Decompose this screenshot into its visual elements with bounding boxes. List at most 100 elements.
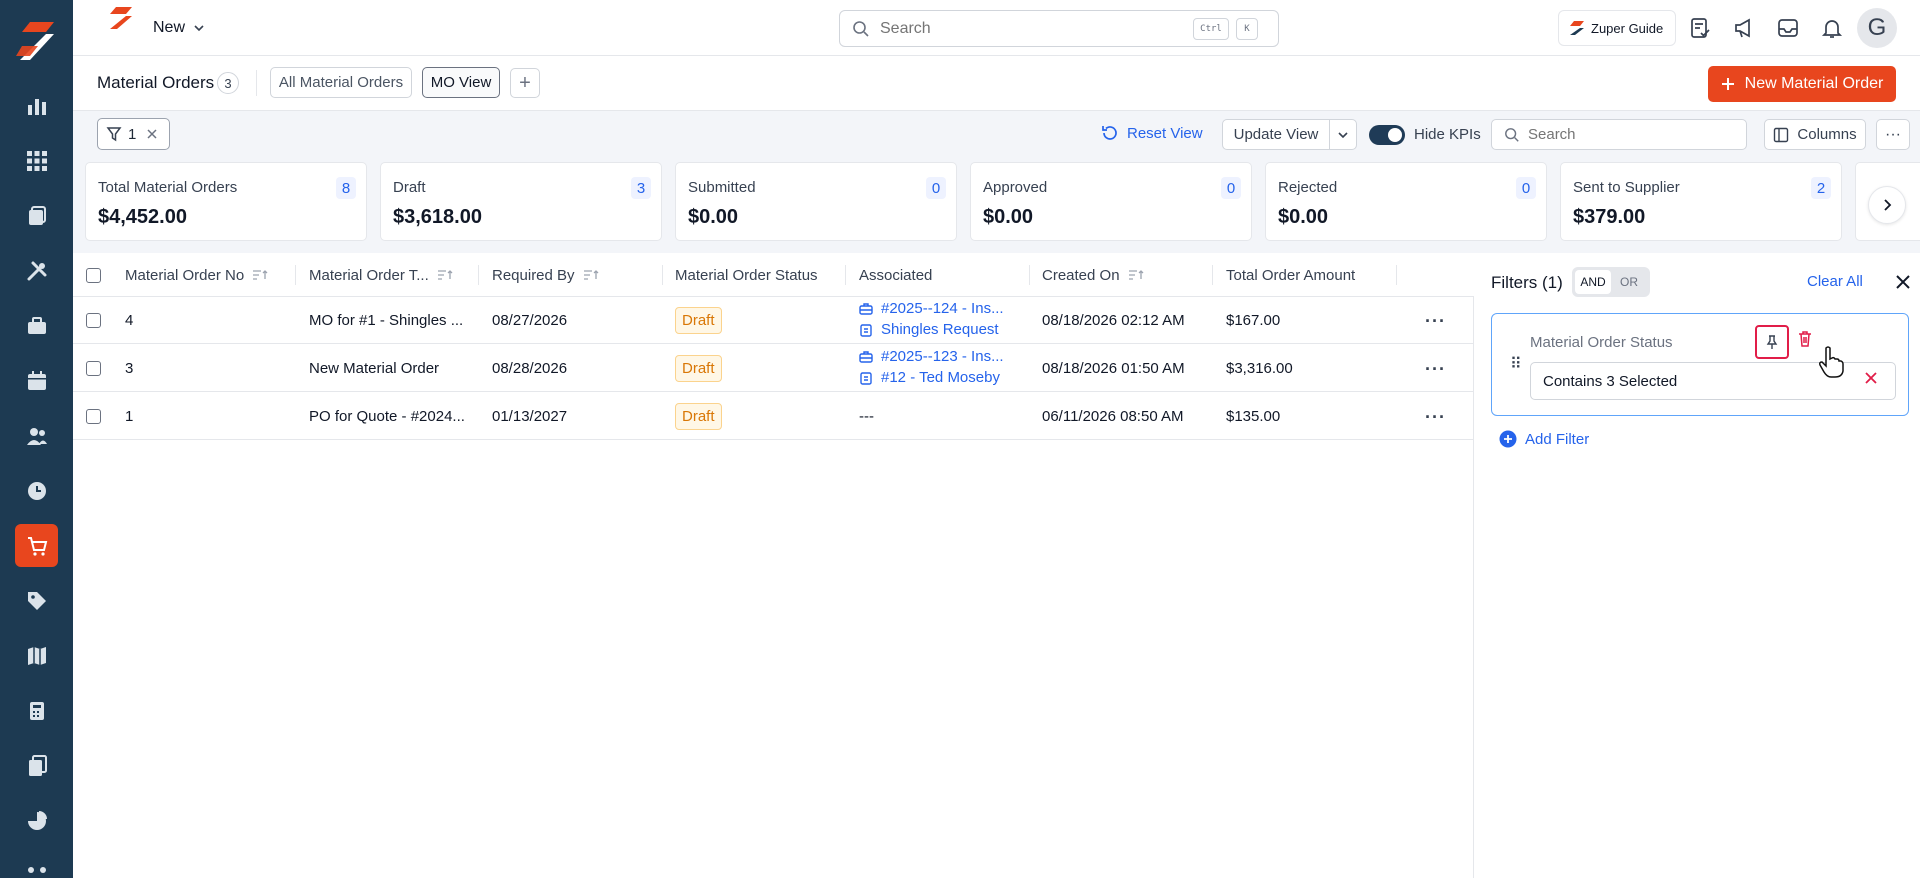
add-filter-button[interactable]: Add Filter [1499,430,1589,448]
inbox-icon[interactable] [1775,15,1801,41]
or-option[interactable]: OR [1611,270,1647,294]
sidebar-item-customers[interactable] [15,414,58,457]
drag-handle-icon[interactable]: ⠿ [1510,354,1522,374]
kpi-label: Total Material Orders [98,179,238,196]
columns-button[interactable]: Columns [1764,119,1866,150]
row-checkbox[interactable] [86,361,101,376]
header-total-order-amount[interactable]: Total Order Amount [1226,253,1355,297]
header-required-by[interactable]: Required By [492,253,599,297]
sidebar-item-reports[interactable] [15,799,58,842]
close-icon[interactable] [1893,272,1913,292]
header-created-on[interactable]: Created On [1042,253,1144,297]
header-material-order-title[interactable]: Material Order T... [309,253,453,297]
header-associated[interactable]: Associated [859,253,932,297]
bell-icon[interactable] [1819,15,1845,41]
zuper-guide-button[interactable]: Zuper Guide [1558,10,1676,46]
zuper-logo-icon [1570,21,1584,35]
sidebar-item-pricing[interactable] [15,579,58,622]
kpi-card-sent-to-supplier[interactable]: Sent to Supplier 2 $379.00 [1560,162,1842,241]
close-icon[interactable] [146,128,158,140]
kpi-scroll-next-button[interactable] [1868,186,1906,224]
sort-icon[interactable] [1128,269,1144,281]
select-all-checkbox[interactable] [86,267,101,283]
active-filter-chip[interactable]: 1 [97,118,170,150]
sidebar-item-documents[interactable] [15,744,58,787]
pin-filter-button[interactable] [1755,325,1789,359]
kpi-value: $4,452.00 [98,206,187,228]
user-avatar[interactable]: G [1857,8,1897,48]
tab-all-material-orders[interactable]: All Material Orders [270,67,412,98]
header-material-order-no[interactable]: Material Order No [125,253,268,297]
table-row[interactable]: 4 MO for #1 - Shingles ... 08/27/2026 Dr… [73,297,1474,344]
sidebar-item-assets[interactable] [15,304,58,347]
kpi-card-draft[interactable]: Draft 3 $3,618.00 [380,162,662,241]
column-divider [478,265,479,285]
global-search[interactable]: Ctrl K [839,10,1279,47]
remove-value-icon[interactable] [1864,371,1878,385]
sidebar-item-estimates[interactable] [15,689,58,732]
cell-created-on: 08/18/2026 02:12 AM [1042,312,1185,329]
associated-request-link[interactable]: #12 - Ted Moseby [859,369,1004,386]
row-actions-button[interactable]: ··· [1425,359,1446,380]
sort-icon[interactable] [437,269,453,281]
list-search-input[interactable] [1528,126,1728,143]
sidebar-item-apps[interactable] [15,139,58,182]
and-option[interactable]: AND [1575,270,1611,294]
row-checkbox[interactable] [86,409,101,424]
filters-panel: Filters (1) AND OR Clear All ⠿ Material … [1479,253,1920,878]
clear-all-filters-link[interactable]: Clear All [1807,273,1863,290]
global-search-input[interactable] [880,19,1180,38]
cell-order-title[interactable]: New Material Order [309,345,469,392]
associated-request-link[interactable]: Shingles Request [859,321,1004,338]
sidebar-item-workflow[interactable] [15,854,58,878]
new-dropdown-button[interactable]: New [153,16,205,40]
sidebar-item-dashboard[interactable] [15,84,58,127]
chevron-right-icon [1884,199,1892,211]
flow-icon [27,866,46,873]
reset-view-button[interactable]: Reset View [1101,124,1203,142]
associated-job-link[interactable]: #2025--124 - Ins... [859,300,1004,317]
tasks-icon[interactable] [1687,15,1713,41]
cell-order-title[interactable]: MO for #1 - Shingles ... [309,297,469,344]
kpi-card-submitted[interactable]: Submitted 0 $0.00 [675,162,957,241]
row-actions-button[interactable]: ··· [1425,407,1446,428]
sidebar-item-map[interactable] [15,634,58,677]
sidebar-item-tools[interactable] [15,249,58,292]
cart-icon [27,536,47,556]
new-label: New [153,19,186,36]
add-view-button[interactable]: + [510,68,540,98]
hide-kpis-toggle[interactable] [1369,125,1405,145]
sidebar-item-jobs[interactable] [15,194,58,237]
tab-mo-view[interactable]: MO View [422,67,500,98]
sort-icon[interactable] [583,269,599,281]
header-label: Created On [1042,266,1120,284]
sidebar-item-schedule[interactable] [15,359,58,402]
row-checkbox[interactable] [86,313,101,328]
update-view-dropdown[interactable] [1329,119,1357,150]
filter-count: 1 [128,125,137,143]
trash-icon[interactable] [1796,330,1814,348]
zuper-mini-logo[interactable] [107,6,133,30]
sidebar-item-material-orders[interactable] [15,524,58,567]
row-actions-button[interactable]: ··· [1425,311,1446,332]
update-view-button[interactable]: Update View [1222,119,1330,150]
associated-job-link[interactable]: #2025--123 - Ins... [859,348,1004,365]
sidebar-item-timesheets[interactable] [15,469,58,512]
plus-circle-icon [1499,430,1517,448]
table-row[interactable]: 3 New Material Order 08/28/2026 Draft #2… [73,345,1474,392]
kpi-card-rejected[interactable]: Rejected 0 $0.00 [1265,162,1547,241]
page-title: Material Orders [97,73,215,92]
new-material-order-button[interactable]: New Material Order [1708,66,1896,102]
more-options-button[interactable]: ··· [1876,119,1910,150]
table-header: Material Order No Material Order T... Re… [73,253,1474,297]
announcement-icon[interactable] [1731,15,1757,41]
table-row[interactable]: 1 PO for Quote - #2024... 01/13/2027 Dra… [73,393,1474,440]
kpi-card-approved[interactable]: Approved 0 $0.00 [970,162,1252,241]
kpi-card-total[interactable]: Total Material Orders 8 $4,452.00 [85,162,367,241]
zuper-logo[interactable] [16,20,56,62]
list-search[interactable] [1491,119,1747,150]
hand-cursor-icon [1819,346,1844,378]
cell-order-title[interactable]: PO for Quote - #2024... [309,393,469,440]
sort-icon[interactable] [252,269,268,281]
header-material-order-status[interactable]: Material Order Status [675,253,818,297]
